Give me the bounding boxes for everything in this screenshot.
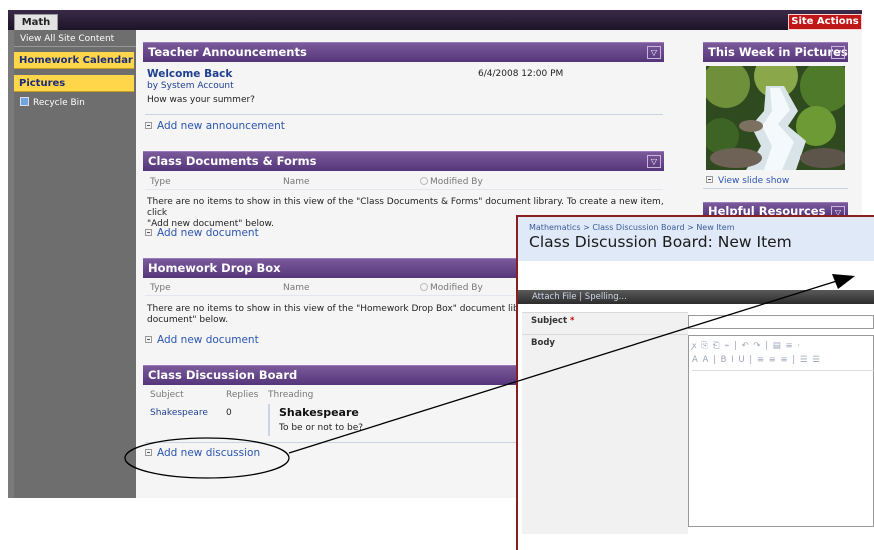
highlight-ellipse <box>124 437 290 479</box>
annotation-arrow-head <box>832 274 855 289</box>
annotation-overlay <box>124 274 855 479</box>
annotation-arrow-line <box>288 279 841 454</box>
